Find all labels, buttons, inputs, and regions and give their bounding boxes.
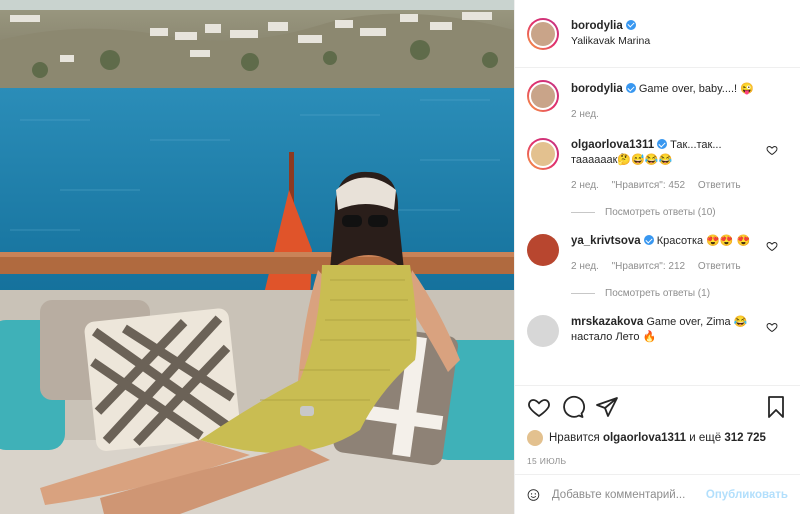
comment-username[interactable]: mrskazakova [571, 316, 643, 328]
commenter-avatar[interactable] [527, 315, 559, 347]
likes-prefix: Нравится [549, 432, 600, 444]
post-location[interactable]: Yalikavak Marina [571, 34, 650, 49]
verified-badge-icon [625, 19, 636, 30]
view-replies-button[interactable]: Посмотреть ответы (10) [571, 205, 762, 220]
comment-text: Красотка 😍😍 😍 [656, 235, 751, 247]
caption-username[interactable]: borodylia [571, 83, 623, 95]
post-header: borodylia Yalikavak Marina [515, 0, 800, 68]
commenter-avatar[interactable] [527, 234, 559, 266]
verified-badge-icon [643, 235, 654, 245]
comment-likes[interactable]: "Нравится": 212 [612, 261, 685, 272]
replies-divider [571, 212, 595, 213]
comment-time[interactable]: 2 нед. [571, 180, 599, 191]
view-replies-label: Посмотреть ответы (10) [605, 207, 716, 218]
post-side-panel: borodylia Yalikavak Marina borodylia Gam… [514, 0, 800, 514]
add-comment-bar: Опубликовать [515, 474, 800, 514]
verified-badge-icon [625, 83, 636, 93]
view-replies-label: Посмотреть ответы (1) [605, 288, 711, 299]
comment-item: ya_krivtsova Красотка 😍😍 😍 2 нед. "Нрави… [527, 234, 788, 301]
author-username[interactable]: borodylia [571, 20, 623, 32]
comment-likes[interactable]: "Нравится": 452 [612, 180, 685, 191]
post-modal: borodylia Yalikavak Marina borodylia Gam… [0, 0, 800, 514]
emoji-icon[interactable] [527, 484, 540, 506]
post-caption: borodylia Game over, baby....! 😜 2 нед. [527, 80, 788, 122]
caption-text: Game over, baby....! 😜 [638, 83, 754, 95]
share-icon[interactable] [595, 395, 619, 419]
publish-button[interactable]: Опубликовать [706, 489, 788, 501]
heart-icon[interactable] [766, 321, 778, 333]
comment-icon[interactable] [561, 395, 585, 419]
heart-icon[interactable] [766, 144, 778, 156]
comment-time[interactable]: 2 нед. [571, 261, 599, 272]
comment-item: olgaorlova1311 Так...так... таааааак🤔😅😂😂… [527, 138, 788, 220]
like-heart-icon[interactable] [527, 395, 551, 419]
author-avatar[interactable] [527, 17, 559, 50]
caption-time[interactable]: 2 нед. [571, 109, 599, 120]
replies-divider [571, 293, 595, 294]
verified-badge-icon [657, 139, 668, 149]
comment-username[interactable]: olgaorlova1311 [571, 139, 654, 151]
caption-avatar[interactable] [527, 80, 559, 112]
commenter-avatar[interactable] [527, 138, 559, 170]
comment-item: mrskazakova Game over, Zima 😂 настало Ле… [527, 315, 788, 347]
likes-count[interactable]: 312 725 [724, 432, 766, 444]
comment-input[interactable] [551, 488, 706, 501]
reply-button[interactable]: Ответить [698, 180, 741, 191]
post-date[interactable]: 15 ИЮЛЬ [527, 456, 788, 466]
view-replies-button[interactable]: Посмотреть ответы (1) [571, 286, 762, 301]
likes-summary[interactable]: Нравится olgaorlova1311 и ещё 312 725 [527, 430, 788, 446]
photo-illustration [0, 0, 514, 514]
likes-middle: и ещё [689, 432, 722, 444]
bookmark-icon[interactable] [764, 395, 788, 419]
comments-list[interactable]: borodylia Game over, baby....! 😜 2 нед. … [515, 68, 800, 385]
heart-icon[interactable] [766, 240, 778, 252]
comment-username[interactable]: ya_krivtsova [571, 235, 641, 247]
likes-user[interactable]: olgaorlova1311 [603, 432, 686, 444]
post-actions: Нравится olgaorlova1311 и ещё 312 725 15… [515, 385, 800, 466]
liker-avatar [527, 430, 543, 446]
reply-button[interactable]: Ответить [698, 261, 741, 272]
post-photo[interactable] [0, 0, 514, 514]
